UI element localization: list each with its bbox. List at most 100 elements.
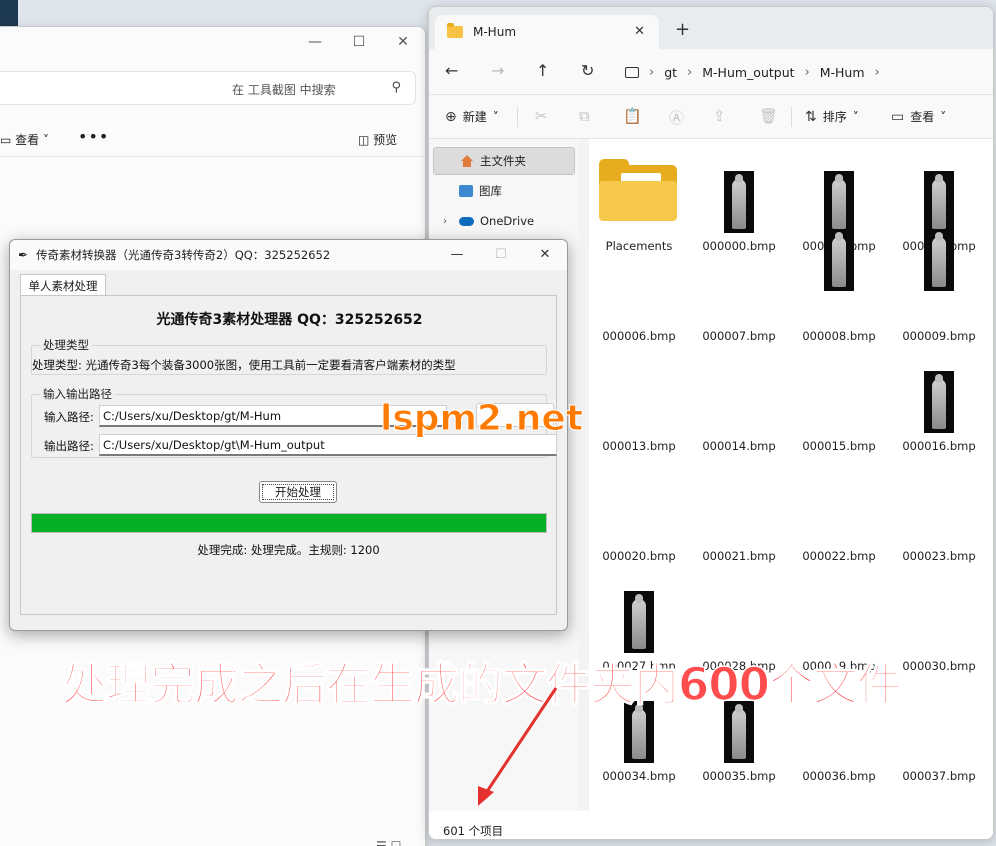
back-arrow-icon[interactable]: ← xyxy=(445,61,458,80)
sidebar-item-onedrive[interactable]: › OneDrive xyxy=(433,207,575,235)
preview-button[interactable]: ◫ 预览 xyxy=(358,131,397,148)
io-group-label: 输入输出路径 xyxy=(40,386,115,402)
type-group-label: 处理类型 xyxy=(40,337,92,353)
bmp-thumbnail xyxy=(924,229,954,291)
tab-close-icon[interactable]: ✕ xyxy=(634,24,645,39)
file-item[interactable]: 000014.bmp xyxy=(691,339,787,453)
home-icon xyxy=(460,155,474,167)
up-arrow-icon[interactable]: ↑ xyxy=(536,61,549,80)
status-message: 处理完成: 处理完成。主规则: 1200 xyxy=(197,543,380,557)
more-options-button[interactable]: ••• xyxy=(78,127,109,146)
item-count: 601 个项目 xyxy=(443,824,504,838)
file-item[interactable]: 000016.bmp xyxy=(891,339,987,453)
sort-icon: ⇅ xyxy=(805,108,817,125)
progress-fill xyxy=(32,514,546,532)
chevron-right-icon: › xyxy=(874,64,880,80)
plus-circle-icon: ⊕ xyxy=(445,108,457,125)
command-bar: ⊕ 新建 ˅ ✂ ⧉ 📋 Ⓐ ⇪ 🗑 ⇅ 排序 ˅ ▭ 查看 ˅ xyxy=(429,95,993,139)
layout-toggle-icons[interactable]: ☰ ☐ xyxy=(376,839,401,846)
view-button[interactable]: ▭ 查看 ˅ xyxy=(891,108,946,125)
input-label: 输入路径: xyxy=(44,410,94,424)
sidebar-item-home[interactable]: 主文件夹 xyxy=(433,147,575,175)
start-processing-button[interactable]: 开始处理 xyxy=(259,481,337,503)
chevron-down-icon: ˅ xyxy=(852,109,859,124)
tab-single-material[interactable]: 单人素材处理 xyxy=(20,274,106,296)
folder-icon xyxy=(599,159,677,221)
close-button[interactable]: ✕ xyxy=(381,27,425,57)
chevron-right-icon: › xyxy=(687,64,693,80)
back-window-titlebar: — ☐ ✕ xyxy=(0,27,425,57)
divider xyxy=(517,107,518,127)
minimize-button[interactable]: — xyxy=(293,27,337,57)
bmp-thumbnail xyxy=(624,591,654,653)
tab-panel: 光通传奇3素材处理器 QQ：325252652 处理类型 处理类型: 光通传奇3… xyxy=(20,295,557,615)
output-label: 输出路径: xyxy=(44,439,94,453)
maximize-button[interactable]: ☐ xyxy=(337,27,381,57)
search-input[interactable]: 在 工具截图 中搜索 ⚲ xyxy=(0,71,416,105)
sort-button[interactable]: ⇅ 排序 ˅ xyxy=(805,108,859,125)
breadcrumb[interactable]: › gt › M-Hum_output › M-Hum › xyxy=(625,57,880,87)
file-item[interactable]: 000009.bmp xyxy=(891,229,987,343)
file-item[interactable]: 000013.bmp xyxy=(591,339,687,453)
tab-bar: M-Hum ✕ + xyxy=(429,7,993,49)
breadcrumb-item[interactable]: M-Hum_output xyxy=(702,65,794,80)
back-window-toolbar: ▭ 查看 ˅ ••• ◫ 预览 xyxy=(0,119,424,157)
file-item[interactable]: 000030.bmp xyxy=(891,559,987,673)
bmp-thumbnail xyxy=(824,171,854,233)
forward-arrow-icon[interactable]: → xyxy=(491,61,504,80)
divider xyxy=(791,107,792,127)
breadcrumb-item[interactable]: gt xyxy=(664,65,677,80)
tab-title: M-Hum xyxy=(473,25,517,39)
file-item[interactable]: 000021.bmp xyxy=(691,449,787,563)
preview-icon: ◫ xyxy=(358,133,374,147)
breadcrumb-item[interactable]: M-Hum xyxy=(820,65,865,80)
tab-m-hum[interactable]: M-Hum ✕ xyxy=(435,15,659,49)
annotation-caption: 处理完成之后在生成的文件夹内600个文件 xyxy=(61,657,902,712)
file-item[interactable]: 000006.bmp xyxy=(591,229,687,343)
paste-icon[interactable]: 📋 xyxy=(623,107,642,125)
chevron-right-icon: › xyxy=(804,64,810,80)
view-button[interactable]: ▭ 查看 ˅ xyxy=(0,131,49,148)
chevron-down-icon: ˅ xyxy=(940,109,947,124)
share-icon[interactable]: ⇪ xyxy=(713,107,726,125)
search-placeholder: 在 工具截图 中搜索 xyxy=(232,83,336,97)
watermark: lspm2.net xyxy=(379,398,584,440)
folder-icon xyxy=(447,23,463,38)
new-button[interactable]: ⊕ 新建 ˅ xyxy=(445,108,499,125)
this-pc-icon xyxy=(625,66,639,78)
file-name: 000037.bmp xyxy=(902,769,976,783)
rename-icon[interactable]: Ⓐ xyxy=(669,107,684,128)
copy-icon[interactable]: ⧉ xyxy=(579,107,590,125)
bmp-thumbnail xyxy=(924,371,954,433)
progress-bar xyxy=(31,513,547,533)
file-item[interactable]: 000008.bmp xyxy=(791,229,887,343)
close-button[interactable]: ✕ xyxy=(523,240,567,268)
file-name: 000035.bmp xyxy=(702,769,776,783)
chevron-down-icon: ˅ xyxy=(492,109,499,124)
gallery-icon xyxy=(459,185,473,197)
view-icon: ▭ xyxy=(0,133,16,147)
refresh-icon[interactable]: ↻ xyxy=(581,61,594,80)
file-item[interactable]: 000037.bmp xyxy=(891,669,987,783)
delete-icon[interactable]: 🗑 xyxy=(759,107,778,125)
sidebar-item-gallery[interactable]: 图库 xyxy=(433,177,575,205)
type-group: 处理类型 处理类型: 光通传奇3每个装备3000张图，使用工具前一定要看清客户端… xyxy=(31,337,547,375)
bmp-thumbnail xyxy=(924,171,954,233)
cut-icon[interactable]: ✂ xyxy=(535,107,548,125)
dialog-title: 传奇素材转换器（光通传奇3转传奇2）QQ：325252652 xyxy=(36,248,331,262)
new-tab-icon[interactable]: + xyxy=(675,19,690,40)
file-item[interactable]: 000023.bmp xyxy=(891,449,987,563)
feather-icon: ✒ xyxy=(18,248,29,262)
minimize-button[interactable]: — xyxy=(435,240,479,268)
bmp-thumbnail xyxy=(824,229,854,291)
file-name: 000034.bmp xyxy=(602,769,676,783)
bmp-thumbnail xyxy=(724,171,754,233)
file-item[interactable]: 000020.bmp xyxy=(591,449,687,563)
file-name: 000036.bmp xyxy=(802,769,876,783)
file-item[interactable]: 000022.bmp xyxy=(791,449,887,563)
file-item[interactable]: 000007.bmp xyxy=(691,229,787,343)
chevron-right-icon[interactable]: › xyxy=(443,216,447,227)
chevron-right-icon: › xyxy=(649,64,655,80)
maximize-button[interactable]: ☐ xyxy=(479,240,523,268)
file-item[interactable]: 000015.bmp xyxy=(791,339,887,453)
